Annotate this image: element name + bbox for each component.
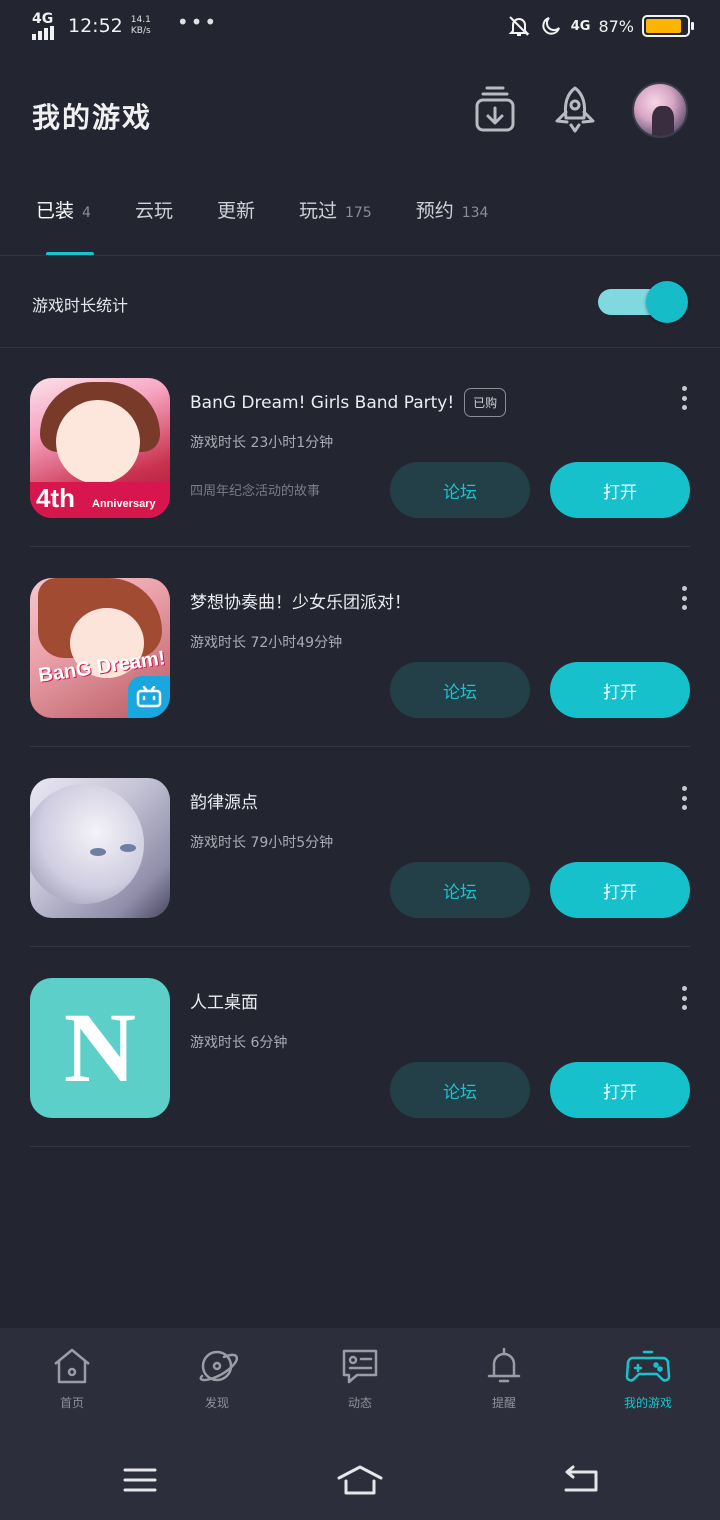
download-icon [475,86,515,132]
open-button[interactable]: 打开 [550,1062,690,1118]
tab-installed[interactable]: 已装 4 [36,196,91,223]
battery-percent: 87% [598,16,634,36]
home-nav-icon [337,1465,383,1495]
game-icon[interactable] [30,778,170,918]
clock: 12:52 [68,15,123,37]
game-item[interactable]: 4th Anniversary BanG Dream! Girls Band P… [30,378,690,578]
message-icon [342,1349,378,1384]
game-playtime: 游戏时长 6分钟 [190,1035,288,1051]
nav-my-games[interactable]: 我的游戏 [593,1346,703,1411]
game-item[interactable]: N 人工桌面 游戏时长 6分钟 论坛 打开 [30,978,690,1178]
tab-bar: 已装 4 云玩 更新 玩过 175 预约 134 [36,196,532,223]
network-type-right: 4G [570,18,591,34]
divider [30,1146,690,1147]
game-name: BanG Dream! Girls Band Party! 已购 [190,388,507,417]
bottom-nav: 首页 发现 动态 提醒 我的游戏 [0,1328,720,1440]
menu-icon [123,1468,157,1492]
divider [30,746,690,747]
game-playtime: 游戏时长 72小时49分钟 [190,635,343,651]
game-name: 梦想协奏曲！少女乐团派对！ [190,593,411,613]
game-item[interactable]: 韵律源点 游戏时长 79小时5分钟 论坛 打开 [30,778,690,978]
more-options-icon[interactable] [678,786,690,810]
tab-updates[interactable]: 更新 [217,196,255,223]
divider [0,255,720,256]
status-bar: 4G 12:52 14.1 KB/s ••• 4G 87% [0,0,720,56]
playtime-stats-toggle[interactable] [598,281,688,323]
nav-notifications[interactable]: 提醒 [449,1346,559,1411]
home-button[interactable] [336,1460,384,1500]
game-icon[interactable]: 4th Anniversary [30,378,170,518]
mute-bell-icon [508,16,530,36]
accelerate-button[interactable] [552,82,598,138]
forum-button[interactable]: 论坛 [390,1062,530,1118]
open-button[interactable]: 打开 [550,862,690,918]
network-type: 4G [32,11,54,27]
game-subtitle: 四周年纪念活动的故事 [190,484,321,499]
game-icon[interactable]: N [30,978,170,1118]
header-actions [472,82,688,138]
tab-played[interactable]: 玩过 175 [299,196,372,223]
back-button[interactable] [556,1460,604,1500]
network-speed: 14.1 KB/s [130,15,151,36]
battery-icon [642,15,694,37]
gamepad-icon [625,1350,671,1382]
back-icon [564,1465,598,1492]
forum-button[interactable]: 论坛 [390,662,530,718]
page-title: 我的游戏 [32,101,153,134]
system-nav-bar [0,1440,720,1520]
divider [30,946,690,947]
signal-icon: 4G [32,12,62,40]
game-name: 人工桌面 [190,993,258,1013]
bilibili-icon [128,676,170,718]
divider [30,546,690,547]
more-notifications-icon: ••• [176,10,219,34]
purchased-badge: 已购 [464,388,507,417]
bell-icon [487,1347,521,1383]
nav-feed[interactable]: 动态 [305,1346,415,1411]
nav-discover[interactable]: 发现 [162,1346,272,1411]
rocket-icon [555,86,595,133]
game-icon[interactable]: BanG Dream! [30,578,170,718]
download-button[interactable] [472,82,518,138]
more-options-icon[interactable] [678,386,690,410]
avatar[interactable] [632,82,688,138]
playtime-stats-label: 游戏时长统计 [32,296,129,315]
moon-icon [542,17,560,35]
forum-button[interactable]: 论坛 [390,462,530,518]
home-icon [54,1348,90,1384]
open-button[interactable]: 打开 [550,462,690,518]
open-button[interactable]: 打开 [550,662,690,718]
divider [0,347,720,348]
planet-icon [199,1350,238,1382]
more-options-icon[interactable] [678,986,690,1010]
game-playtime: 游戏时长 79小时5分钟 [190,835,334,851]
nav-home[interactable]: 首页 [17,1346,127,1411]
menu-button[interactable] [116,1460,164,1500]
tab-reserved[interactable]: 预约 134 [416,196,489,223]
game-name: 韵律源点 [190,793,258,813]
tab-cloud-play[interactable]: 云玩 [135,196,173,223]
game-playtime: 游戏时长 23小时1分钟 [190,435,334,451]
forum-button[interactable]: 论坛 [390,862,530,918]
game-item[interactable]: BanG Dream! 梦想协奏曲！少女乐团派对！ 游戏时长 72小时49分钟 … [30,578,690,778]
more-options-icon[interactable] [678,586,690,610]
